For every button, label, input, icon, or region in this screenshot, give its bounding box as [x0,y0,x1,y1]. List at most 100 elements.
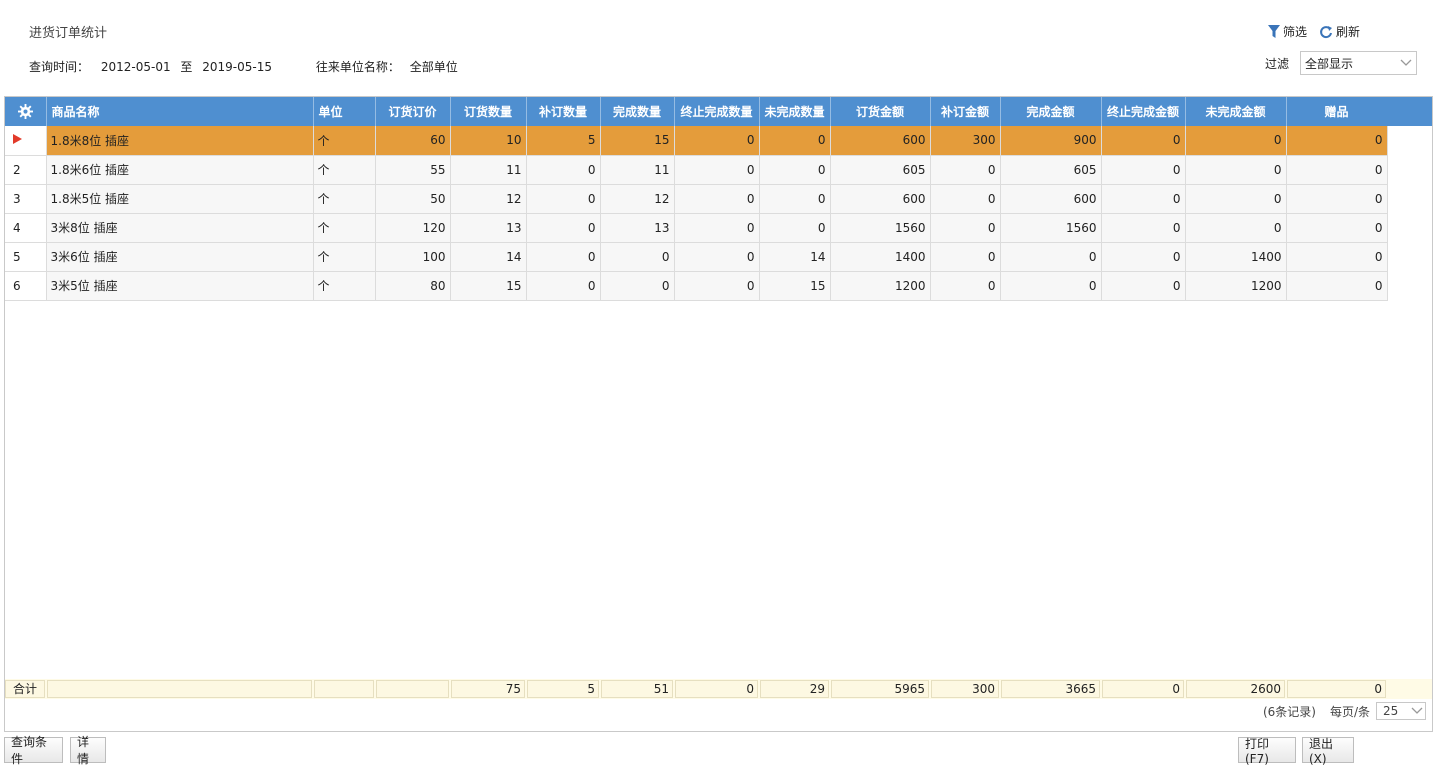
cell-unit: 个 [313,213,376,243]
col-header-done-qty[interactable]: 完成数量 [600,97,675,126]
query-date-to: 2019-05-15 [202,60,273,74]
table-row[interactable]: 1.8米8位 插座个 60 10 5 15 0 0 600 300 900 0 0 0 [5,126,1388,156]
cell-amount: 600 [830,126,931,156]
col-header-gift[interactable]: 赠品 [1286,97,1388,126]
cell-price: 100 [375,242,451,272]
col-header-undone-amount[interactable]: 未完成金额 [1185,97,1287,126]
cell-add-qty: 5 [526,126,601,156]
table-row[interactable]: 3 1.8米5位 插座个 50 12 0 12 0 0 600 0 600 0 0 0 [5,184,1388,214]
record-count: (6条记录) [1262,704,1316,719]
col-header-done-amount[interactable]: 完成金额 [1000,97,1102,126]
totals-add-qty: 5 [527,680,599,698]
per-page-select[interactable]: 25 [1376,702,1426,720]
cell-add-amount: 0 [930,213,1001,243]
col-header-qty[interactable]: 订货数量 [450,97,527,126]
totals-stop-qty: 0 [675,680,758,698]
cell-stop-amount: 0 [1101,126,1186,156]
row-index: 3 [5,184,47,214]
col-header-stop-qty[interactable]: 终止完成数量 [674,97,760,126]
filter-select-value: 全部显示 [1305,56,1354,71]
cell-gift: 0 [1286,242,1388,272]
cell-amount: 1560 [830,213,931,243]
cell-done-qty: 11 [600,155,675,185]
cell-unit: 个 [313,126,376,156]
col-header-undone-qty[interactable]: 未完成数量 [759,97,831,126]
print-button[interactable]: 打印(F7) [1238,737,1296,766]
cell-name: 3米5位 插座 [46,271,314,301]
query-conditions-button[interactable]: 查询条件 [4,735,63,766]
totals-amount: 5965 [831,680,929,698]
totals-done-amount: 3665 [1001,680,1100,698]
cell-done-qty: 0 [600,242,675,272]
table-row[interactable]: 5 3米6位 插座个 100 14 0 0 0 14 1400 0 0 0 1400 0 [5,242,1388,272]
col-header-price[interactable]: 订货订价 [375,97,451,126]
cell-qty: 14 [450,242,527,272]
col-header-add-qty[interactable]: 补订数量 [526,97,601,126]
cell-stop-amount: 0 [1101,213,1186,243]
cell-amount: 600 [830,184,931,214]
pager: (6条记录) 每页/条 25 [1263,702,1426,720]
totals-undone-amount: 2600 [1186,680,1285,698]
cell-name: 3米6位 插座 [46,242,314,272]
totals-add-amount: 300 [931,680,999,698]
filter-button-label: 筛选 [1282,25,1307,39]
cell-price: 55 [375,155,451,185]
totals-label: 合计 [5,680,45,698]
cell-gift: 0 [1286,126,1388,156]
col-header-add-amount[interactable]: 补订金额 [930,97,1001,126]
exit-button[interactable]: 退出(X) [1302,737,1354,766]
query-to-label: 至 [180,60,193,74]
cell-add-amount: 0 [930,184,1001,214]
refresh-button[interactable]: 刷新 [1319,23,1360,40]
cell-done-amount: 0 [1000,271,1102,301]
cell-add-amount: 300 [930,126,1001,156]
cell-done-qty: 0 [600,271,675,301]
table-row[interactable]: 4 3米8位 插座个 120 13 0 13 0 0 1560 0 1560 0 0 0 [5,213,1388,243]
cell-undone-qty: 0 [759,213,831,243]
cell-stop-qty: 0 [674,271,760,301]
current-row-arrow-icon [13,134,22,145]
gear-icon [17,104,33,119]
cell-add-qty: 0 [526,242,601,272]
cell-add-qty: 0 [526,155,601,185]
col-header-amount[interactable]: 订货金额 [830,97,931,126]
table-row[interactable]: 2 1.8米6位 插座个 55 11 0 11 0 0 605 0 605 0 0 0 [5,155,1388,185]
cell-gift: 0 [1286,184,1388,214]
grid-settings-button[interactable] [5,97,47,126]
col-header-unit[interactable]: 单位 [313,97,376,126]
chevron-down-icon [1411,707,1423,714]
filter-select[interactable]: 全部显示 [1300,51,1418,75]
cell-gift: 0 [1286,213,1388,243]
partner-value: 全部单位 [409,60,458,74]
col-header-name[interactable]: 商品名称 [46,97,314,126]
cell-gift: 0 [1286,155,1388,185]
row-index: 2 [5,155,47,185]
cell-name: 1.8米5位 插座 [46,184,314,214]
table-row[interactable]: 6 3米5位 插座个 80 15 0 0 0 15 1200 0 0 0 1200 0 [5,271,1388,301]
cell-amount: 1400 [830,242,931,272]
details-button[interactable]: 详情 [70,735,106,766]
cell-undone-amount: 1400 [1185,242,1287,272]
page-title: 进货订单统计 [29,26,108,41]
row-index: 4 [5,213,47,243]
toolbar: 筛选 刷新 [1267,23,1360,40]
cell-add-amount: 0 [930,242,1001,272]
filter-area: 过滤 全部显示 [1265,51,1418,75]
cell-amount: 605 [830,155,931,185]
cell-amount: 1200 [830,271,931,301]
refresh-button-label: 刷新 [1335,25,1360,39]
data-grid: 商品名称 单位 订货订价 订货数量 补订数量 完成数量 终止完成数量 未完成数量… [4,96,1433,732]
row-index: 5 [5,242,47,272]
cell-done-amount: 900 [1000,126,1102,156]
cell-add-qty: 0 [526,271,601,301]
totals-qty: 75 [451,680,525,698]
cell-undone-qty: 15 [759,271,831,301]
cell-add-qty: 0 [526,184,601,214]
cell-qty: 12 [450,184,527,214]
chevron-down-icon [1396,59,1416,67]
filter-button[interactable]: 筛选 [1267,23,1307,40]
grid-body: 1.8米8位 插座个 60 10 5 15 0 0 600 300 900 0 0 0 2 1.8米6位 插… [5,126,1388,301]
totals-cell-empty [314,680,374,698]
cell-name: 1.8米6位 插座 [46,155,314,185]
col-header-stop-amount[interactable]: 终止完成金额 [1101,97,1186,126]
